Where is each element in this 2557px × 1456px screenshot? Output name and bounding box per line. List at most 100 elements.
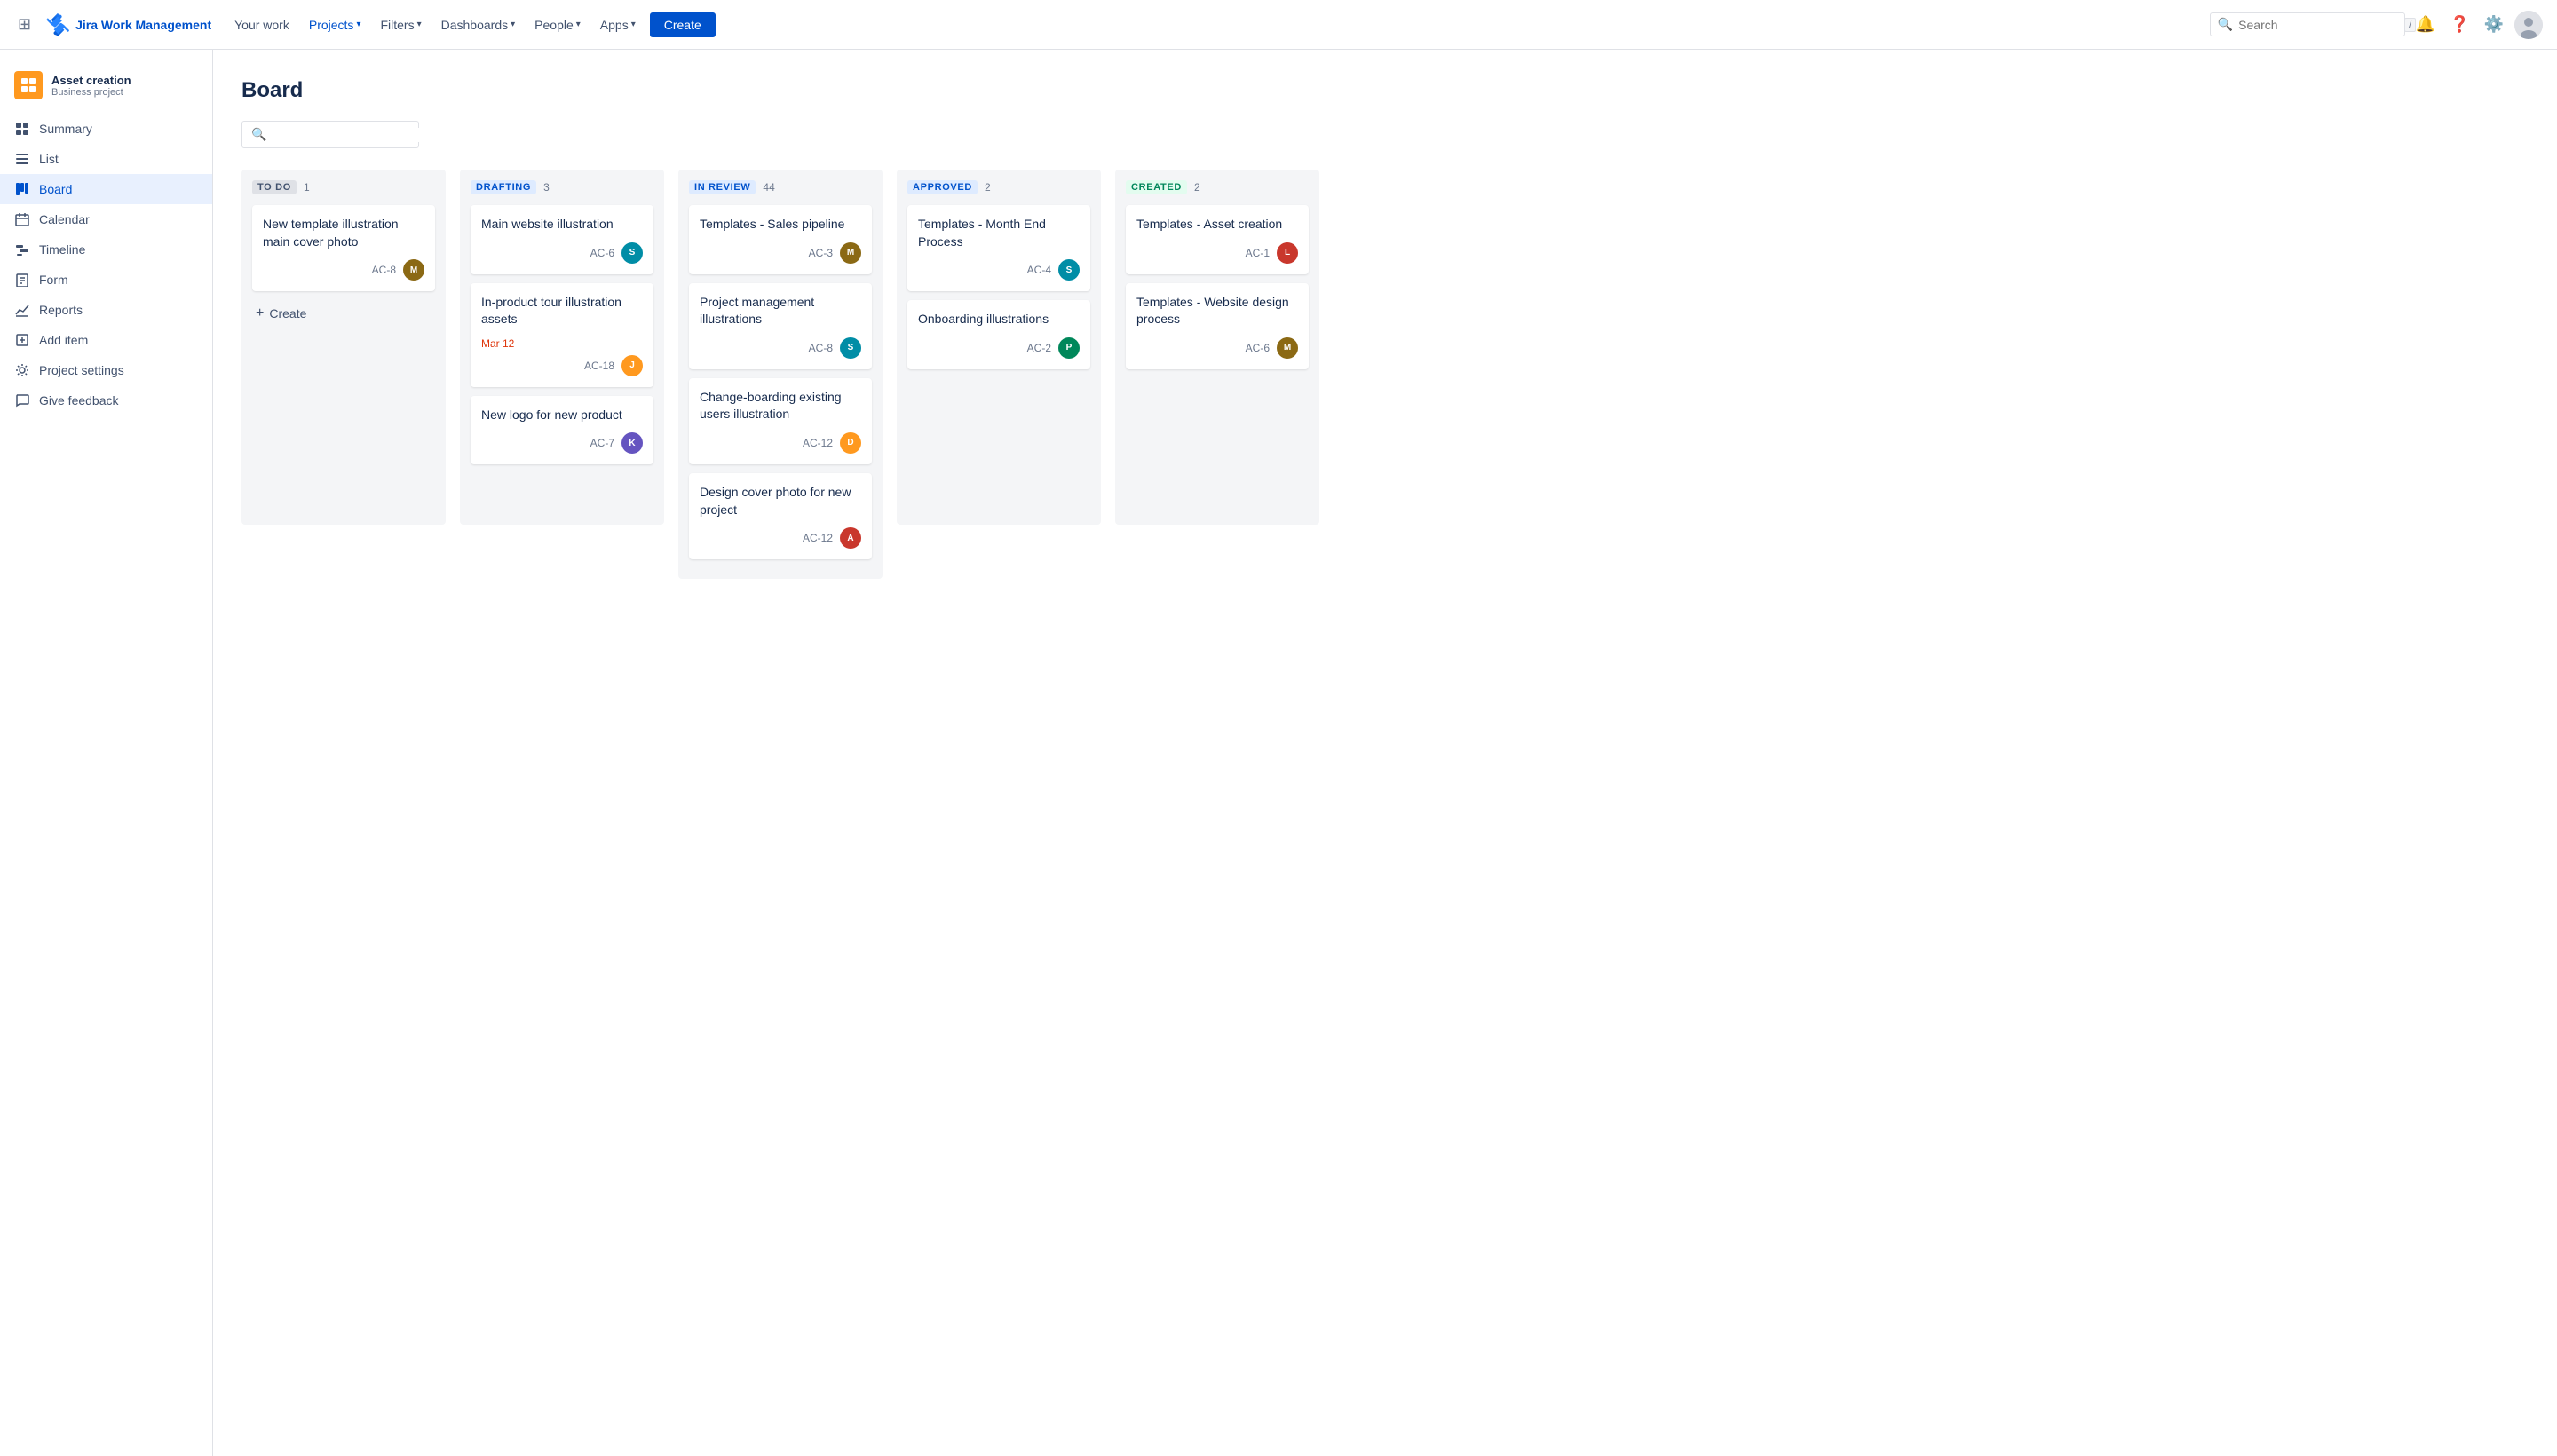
- board-column-drafting: DRAFTING3Main website illustrationAC-6SI…: [460, 170, 664, 525]
- card-ticket-id: AC-4: [1027, 264, 1051, 276]
- card-title: New template illustration main cover pho…: [263, 216, 424, 250]
- card-title: Project management illustrations: [700, 294, 861, 328]
- card[interactable]: Main website illustrationAC-6S: [471, 205, 653, 274]
- help-icon[interactable]: ❓: [2446, 12, 2473, 37]
- create-button[interactable]: Create: [650, 12, 716, 37]
- create-card-button[interactable]: + Create: [252, 300, 435, 327]
- board-column-approved: APPROVED2Templates - Month End ProcessAC…: [897, 170, 1101, 525]
- card[interactable]: New logo for new productAC-7K: [471, 396, 653, 465]
- column-label-inreview: IN REVIEW: [689, 180, 756, 194]
- sidebar-item-summary[interactable]: Summary: [0, 114, 212, 144]
- notifications-icon[interactable]: 🔔: [2412, 12, 2439, 37]
- card-avatar: J: [621, 355, 643, 376]
- calendar-icon: [14, 211, 30, 227]
- card[interactable]: Onboarding illustrations AC-2 P: [907, 300, 1090, 369]
- card[interactable]: New template illustration main cover pho…: [252, 205, 435, 291]
- sidebar-item-label: Calendar: [39, 212, 90, 226]
- card[interactable]: Project management illustrationsAC-8S: [689, 283, 872, 369]
- board-column-todo: TO DO 1 New template illustration main cov…: [241, 170, 446, 525]
- sidebar-item-project-settings[interactable]: Project settings: [0, 355, 212, 385]
- search-box[interactable]: 🔍 /: [2210, 12, 2405, 36]
- nav-dashboards[interactable]: Dashboards ▾: [432, 12, 525, 37]
- sidebar-project: Asset creation Business project: [0, 64, 212, 114]
- column-count-todo: 1: [304, 181, 310, 194]
- topnav-links: Your work Projects ▾ Filters ▾ Dashboard…: [226, 12, 2203, 37]
- nav-projects[interactable]: Projects ▾: [300, 12, 370, 37]
- board-search-icon: 🔍: [251, 127, 266, 142]
- timeline-icon: [14, 241, 30, 257]
- board-icon: [14, 181, 30, 197]
- card-ticket-id: AC-8: [372, 264, 396, 276]
- chevron-down-icon: ▾: [511, 20, 515, 29]
- column-count-created: 2: [1194, 181, 1200, 194]
- card-avatar: M: [403, 259, 424, 281]
- board-search-input[interactable]: [272, 128, 432, 142]
- card[interactable]: In-product tour illustration assetsMar 1…: [471, 283, 653, 387]
- card-avatar: S: [621, 242, 643, 264]
- card-ticket-id: AC-12: [803, 532, 833, 544]
- logo-text: Jira Work Management: [75, 18, 211, 32]
- sidebar-item-calendar[interactable]: Calendar: [0, 204, 212, 234]
- settings-icon: [14, 362, 30, 378]
- sidebar-item-label: Form: [39, 273, 68, 287]
- card-title: Change-boarding existing users illustrat…: [700, 389, 861, 423]
- card-date: Mar 12: [481, 337, 643, 350]
- column-count-approved: 2: [985, 181, 991, 194]
- board-search-box[interactable]: 🔍: [241, 121, 419, 148]
- form-icon: [14, 272, 30, 288]
- card-avatar: L: [1277, 242, 1298, 264]
- board-column-inreview: IN REVIEW44Templates - Sales pipelineAC-…: [678, 170, 883, 579]
- card-avatar: M: [840, 242, 861, 264]
- card-avatar: D: [840, 432, 861, 454]
- jira-logo-icon: [45, 12, 70, 37]
- card[interactable]: Templates - Month End ProcessAC-4S: [907, 205, 1090, 291]
- logo[interactable]: Jira Work Management: [45, 12, 211, 37]
- card-ticket-id: AC-6: [1246, 342, 1270, 354]
- card-ticket-id: AC-3: [809, 247, 833, 259]
- card-ticket-id: AC-12: [803, 437, 833, 449]
- nav-your-work[interactable]: Your work: [226, 12, 298, 37]
- reports-icon: [14, 302, 30, 318]
- card-avatar: K: [621, 432, 643, 454]
- card-ticket-id: AC-7: [590, 437, 614, 449]
- sidebar-item-reports[interactable]: Reports: [0, 295, 212, 325]
- topnav-right: 🔍 / 🔔 ❓ ⚙️: [2210, 11, 2543, 39]
- sidebar-item-label: List: [39, 152, 59, 166]
- topnav: ⊞ Jira Work Management Your work: [0, 0, 2557, 50]
- card-title: Design cover photo for new project: [700, 484, 861, 518]
- board-column-created: CREATED2Templates - Asset creationAC-1LT…: [1115, 170, 1319, 525]
- card[interactable]: Templates - Website design processAC-6M: [1126, 283, 1309, 369]
- sidebar-item-timeline[interactable]: Timeline: [0, 234, 212, 265]
- sidebar-item-give-feedback[interactable]: Give feedback: [0, 385, 212, 415]
- nav-filters[interactable]: Filters ▾: [371, 12, 430, 37]
- sidebar-item-list[interactable]: List: [0, 144, 212, 174]
- card[interactable]: Change-boarding existing users illustrat…: [689, 378, 872, 464]
- card-avatar: P: [1058, 337, 1080, 359]
- card[interactable]: Templates - Sales pipelineAC-3M: [689, 205, 872, 274]
- sidebar-item-label: Project settings: [39, 363, 124, 377]
- nav-people[interactable]: People ▾: [526, 12, 590, 37]
- settings-icon[interactable]: ⚙️: [2481, 12, 2507, 37]
- card-title: Onboarding illustrations: [918, 311, 1080, 328]
- grid-icon[interactable]: ⊞: [14, 12, 35, 37]
- sidebar-item-label: Board: [39, 182, 72, 196]
- card-ticket-id: AC-2: [1027, 342, 1051, 354]
- sidebar-item-label: Give feedback: [39, 393, 119, 408]
- nav-apps[interactable]: Apps ▾: [591, 12, 645, 37]
- sidebar-nav: Summary List Board Calenda: [0, 114, 212, 415]
- sidebar-item-board[interactable]: Board: [0, 174, 212, 204]
- summary-icon: [14, 121, 30, 137]
- column-count-drafting: 3: [543, 181, 550, 194]
- sidebar-item-label: Timeline: [39, 242, 85, 257]
- user-avatar[interactable]: [2514, 11, 2543, 39]
- chevron-down-icon: ▾: [631, 20, 636, 29]
- sidebar-item-add-item[interactable]: Add item: [0, 325, 212, 355]
- card-title: Templates - Website design process: [1136, 294, 1298, 328]
- sidebar-item-form[interactable]: Form: [0, 265, 212, 295]
- chevron-down-icon: ▾: [417, 20, 422, 29]
- card[interactable]: Design cover photo for new projectAC-12A: [689, 473, 872, 559]
- card[interactable]: Templates - Asset creationAC-1L: [1126, 205, 1309, 274]
- column-label-todo: TO DO: [252, 180, 297, 194]
- card-ticket-id: AC-6: [590, 247, 614, 259]
- search-input[interactable]: [2238, 18, 2399, 32]
